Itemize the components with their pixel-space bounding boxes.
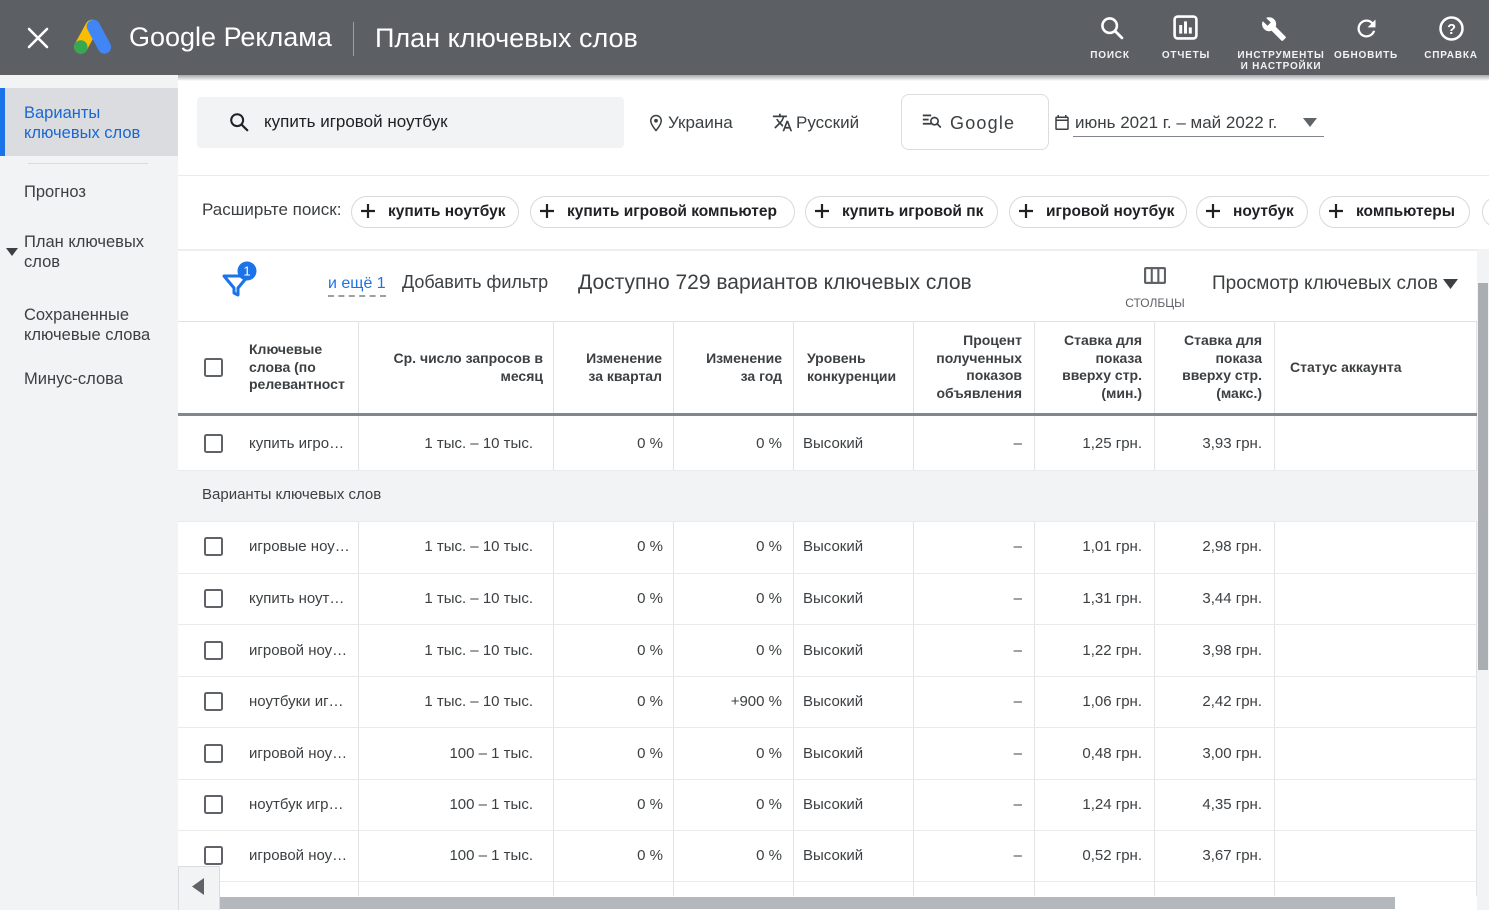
svg-text:?: ?	[1447, 22, 1456, 38]
svg-text:1: 1	[243, 264, 250, 279]
